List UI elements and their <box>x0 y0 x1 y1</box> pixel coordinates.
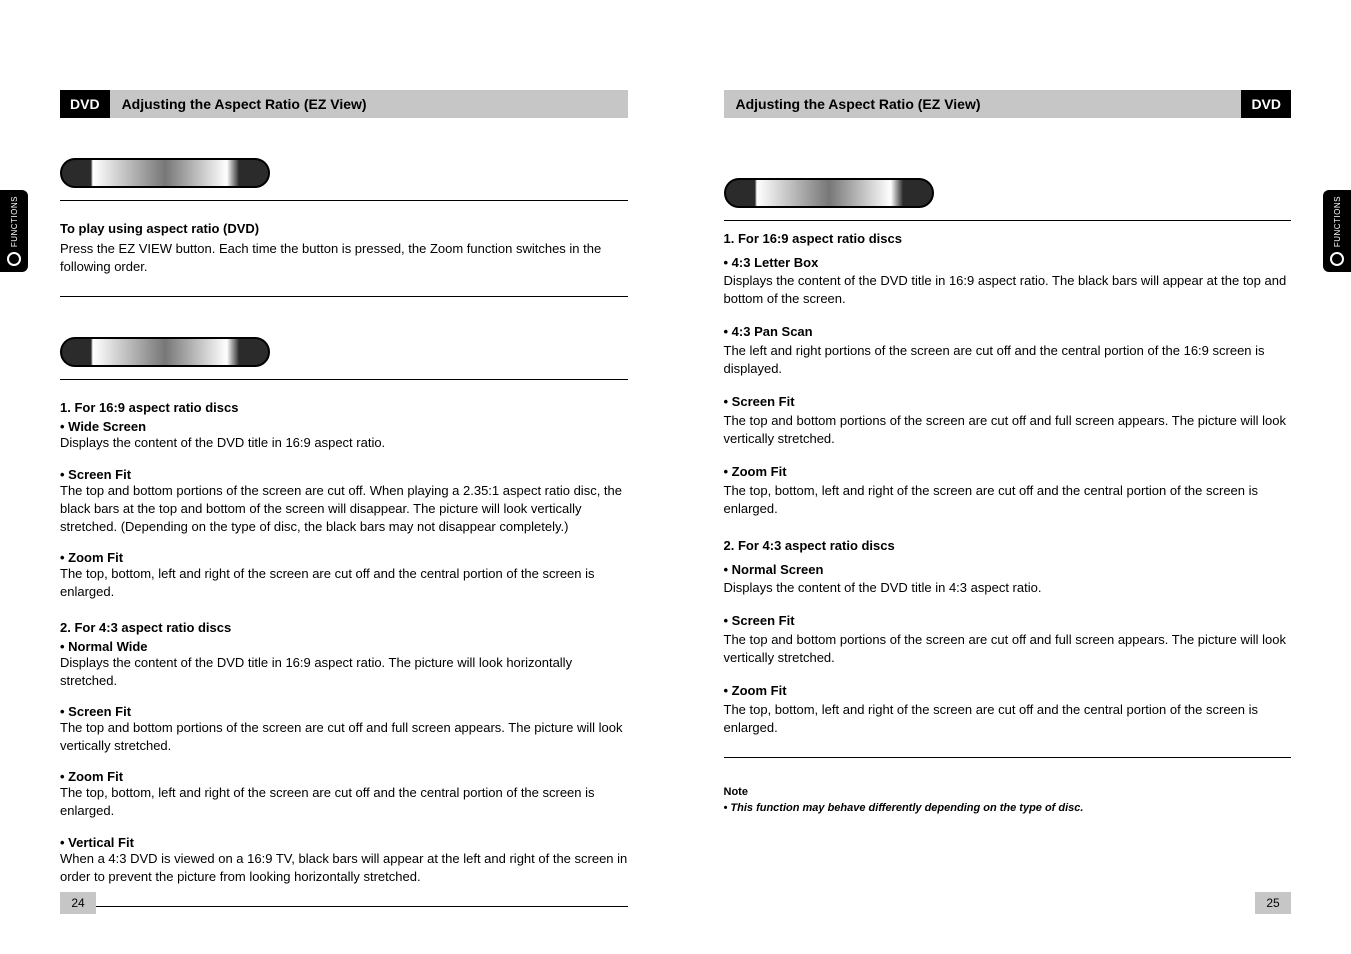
list-item-title: • Screen Fit <box>724 392 1292 412</box>
divider <box>60 296 628 297</box>
list-item-title: • Screen Fit <box>60 467 628 482</box>
list-item: • Screen Fit The top and bottom portions… <box>60 467 628 537</box>
side-tab-label: FUNCTIONS <box>1333 196 1342 247</box>
list-item-body: The top, bottom, left and right of the s… <box>724 482 1292 518</box>
list-item-title: • Zoom Fit <box>724 462 1292 482</box>
divider <box>724 220 1292 221</box>
list-item-title: • Wide Screen <box>60 419 628 434</box>
list-4-3-discs: • Normal Wide Displays the content of th… <box>60 639 628 887</box>
list-item-body: The top, bottom, left and right of the s… <box>60 784 628 820</box>
list-item: • Zoom Fit The top, bottom, left and rig… <box>724 681 1292 737</box>
note-block: Note • This function may behave differen… <box>724 786 1292 814</box>
left-page: FUNCTIONS DVD Adjusting the Aspect Ratio… <box>0 0 676 954</box>
note-body: • This function may behave differently d… <box>724 802 1292 814</box>
list-item: • Screen Fit The top and bottom portions… <box>724 392 1292 448</box>
subhead: 2. For 4:3 aspect ratio discs <box>724 536 1292 556</box>
list-item-body: The top and bottom portions of the scree… <box>724 412 1292 448</box>
list-16-9-discs: • 4:3 Letter Box Displays the content of… <box>724 253 1292 519</box>
list-item-title: • Normal Wide <box>60 639 628 654</box>
list-item: • Normal Screen Displays the content of … <box>724 560 1292 598</box>
list-item: • Zoom Fit The top, bottom, left and rig… <box>724 462 1292 518</box>
subhead: 1. For 16:9 aspect ratio discs <box>724 229 1292 249</box>
list-item: • Wide Screen Displays the content of th… <box>60 419 628 452</box>
header-bar-right: DVD Adjusting the Aspect Ratio (EZ View) <box>724 90 1292 118</box>
page-title: Adjusting the Aspect Ratio (EZ View) <box>110 90 628 118</box>
list-item: • Normal Wide Displays the content of th… <box>60 639 628 690</box>
divider <box>60 906 628 907</box>
list-item-title: • Zoom Fit <box>60 550 628 565</box>
list-item: • Zoom Fit The top, bottom, left and rig… <box>60 769 628 820</box>
list-item-body: Displays the content of the DVD title in… <box>60 654 628 690</box>
list-item-body: The top and bottom portions of the scree… <box>60 482 628 537</box>
list-item: • 4:3 Pan Scan The left and right portio… <box>724 322 1292 378</box>
ring-icon <box>1330 252 1344 266</box>
list-item: • Zoom Fit The top, bottom, left and rig… <box>60 550 628 601</box>
list-item-title: • Zoom Fit <box>60 769 628 784</box>
right-page: FUNCTIONS DVD Adjusting the Aspect Ratio… <box>676 0 1351 954</box>
list-item-body: The top, bottom, left and right of the s… <box>60 565 628 601</box>
side-tab-right: FUNCTIONS <box>1323 190 1351 272</box>
header-bar-left: DVD Adjusting the Aspect Ratio (EZ View) <box>60 90 628 118</box>
list-item-body: The top and bottom portions of the scree… <box>60 719 628 755</box>
side-tab-left: FUNCTIONS <box>0 190 28 272</box>
list-16-9-discs: • Wide Screen Displays the content of th… <box>60 419 628 601</box>
list-item-body: Displays the content of the DVD title in… <box>724 272 1292 308</box>
list-item-title: • Screen Fit <box>60 704 628 719</box>
list-item-body: Displays the content of the DVD title in… <box>60 434 628 452</box>
pill-16-9-tv: If you are using a 16:9 TV <box>60 337 270 367</box>
list-4-3-discs: • Normal Screen Displays the content of … <box>724 560 1292 737</box>
list-item-body: The left and right portions of the scree… <box>724 342 1292 378</box>
subhead: To play using aspect ratio (DVD) <box>60 221 628 236</box>
list-item: • Screen Fit The top and bottom portions… <box>60 704 628 755</box>
list-item: • Screen Fit The top and bottom portions… <box>724 611 1292 667</box>
list-item-body: The top, bottom, left and right of the s… <box>724 701 1292 737</box>
divider <box>60 379 628 380</box>
list-item-title: • Zoom Fit <box>724 681 1292 701</box>
subhead: 2. For 4:3 aspect ratio discs <box>60 620 628 635</box>
list-item-title: • Normal Screen <box>724 560 1292 580</box>
page-title: Adjusting the Aspect Ratio (EZ View) <box>724 90 1242 118</box>
list-item-title: • 4:3 Letter Box <box>724 253 1292 273</box>
list-item-body: The top and bottom portions of the scree… <box>724 631 1292 667</box>
divider <box>724 757 1292 758</box>
list-item-title: • Vertical Fit <box>60 835 628 850</box>
page-number: 24 <box>60 892 96 914</box>
list-item-body: Displays the content of the DVD title in… <box>724 579 1292 597</box>
pill-4-3-tv: If you are using a 4:3 TV <box>724 178 934 208</box>
body-text: Press the EZ VIEW button. Each time the … <box>60 240 628 276</box>
dvd-chip: DVD <box>60 90 110 118</box>
page-number: 25 <box>1255 892 1291 914</box>
divider <box>60 200 628 201</box>
side-tab-label: FUNCTIONS <box>10 196 19 247</box>
list-item-title: • Screen Fit <box>724 611 1292 631</box>
list-item: • Vertical Fit When a 4:3 DVD is viewed … <box>60 835 628 886</box>
note-title: Note <box>724 786 1292 798</box>
dvd-chip: DVD <box>1241 90 1291 118</box>
list-item: • 4:3 Letter Box Displays the content of… <box>724 253 1292 309</box>
subhead: 1. For 16:9 aspect ratio discs <box>60 400 628 415</box>
pill-changing-aspect: Changing Aspect Ratio <box>60 158 270 188</box>
list-item-body: When a 4:3 DVD is viewed on a 16:9 TV, b… <box>60 850 628 886</box>
ring-icon <box>7 252 21 266</box>
list-item-title: • 4:3 Pan Scan <box>724 322 1292 342</box>
